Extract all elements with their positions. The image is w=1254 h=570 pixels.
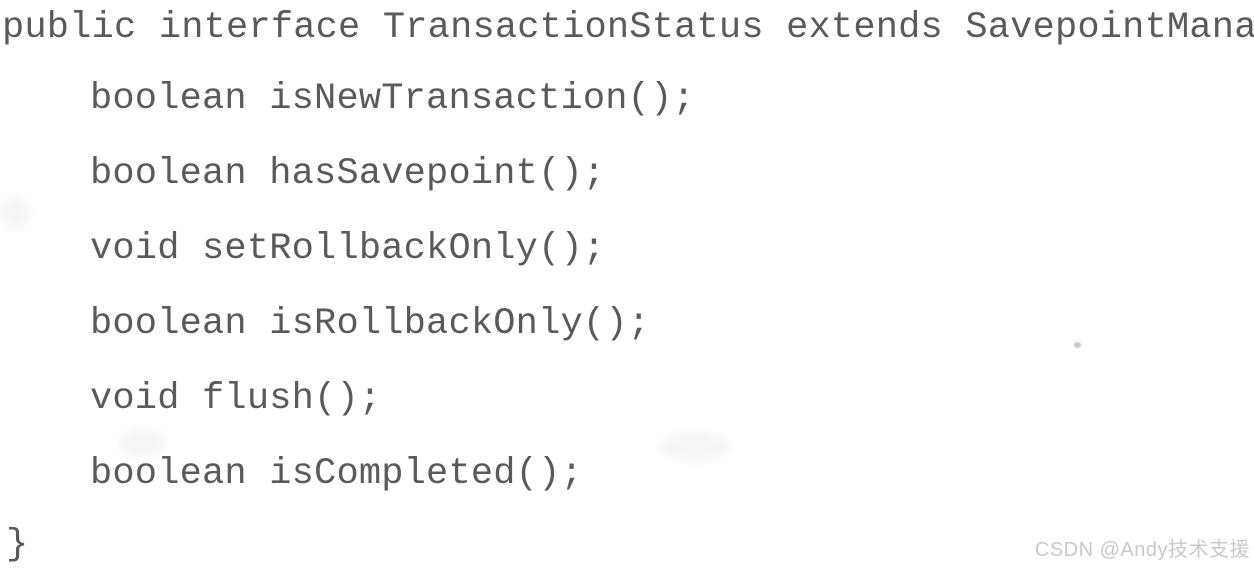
scan-artifact-smudge xyxy=(118,428,166,456)
code-listing: public interface TransactionStatus exten… xyxy=(0,0,1254,570)
code-line-7: boolean isCompleted(); xyxy=(90,453,583,495)
code-line-8: } xyxy=(6,524,29,566)
scanned-code-page: public interface TransactionStatus exten… xyxy=(0,0,1254,570)
code-line-2: boolean isNewTransaction(); xyxy=(90,78,695,120)
scan-artifact-smudge xyxy=(0,196,30,230)
code-line-5: boolean isRollbackOnly(); xyxy=(90,303,651,345)
watermark-text: CSDN @Andy技术支援 xyxy=(1034,539,1250,561)
code-line-6: void flush(); xyxy=(90,378,382,420)
scan-artifact-smudge xyxy=(660,432,730,462)
code-line-3: boolean hasSavepoint(); xyxy=(90,153,606,195)
code-line-1: public interface TransactionStatus exten… xyxy=(2,7,1254,49)
scan-artifact-speck xyxy=(1074,342,1081,348)
code-line-4: void setRollbackOnly(); xyxy=(90,228,606,270)
